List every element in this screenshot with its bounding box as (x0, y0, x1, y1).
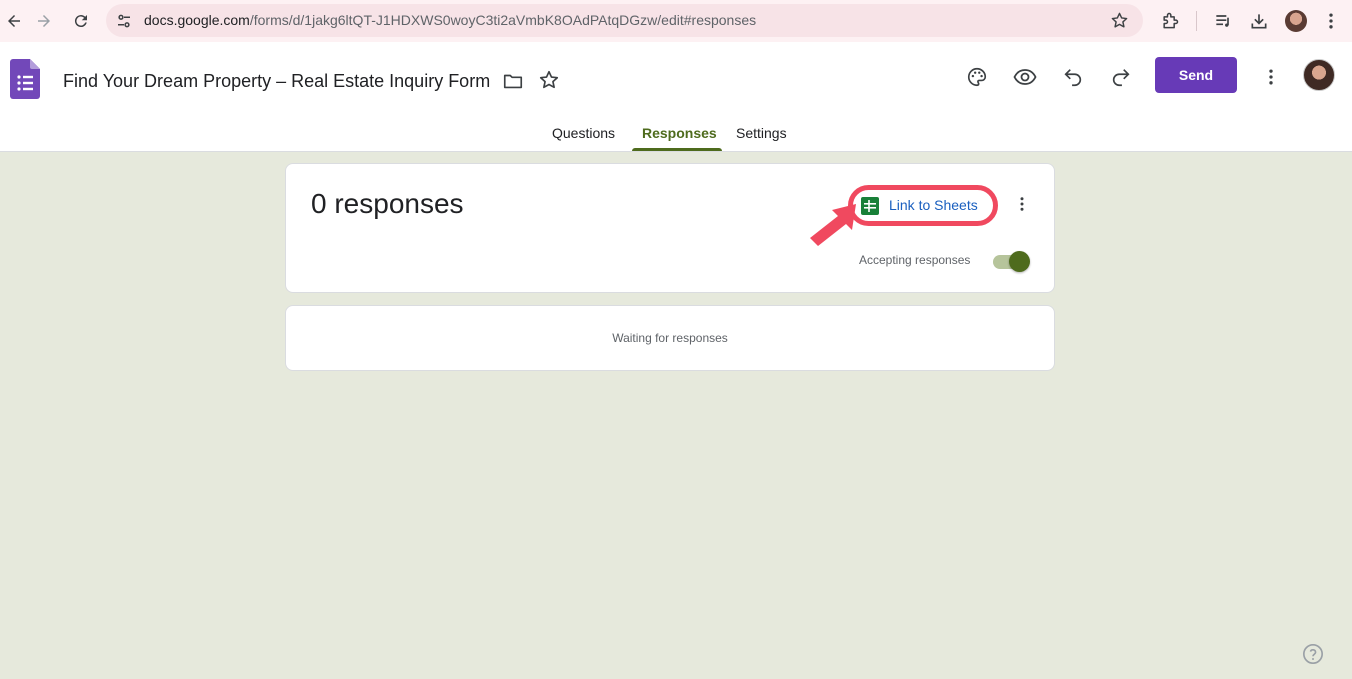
toolbar-divider (1196, 11, 1197, 31)
toggle-thumb (1009, 251, 1030, 272)
forward-icon[interactable] (30, 7, 58, 35)
more-vert-icon[interactable] (1257, 63, 1285, 91)
downloads-icon[interactable] (1247, 9, 1271, 33)
folder-icon[interactable] (502, 70, 524, 97)
tab-settings[interactable]: Settings (736, 125, 787, 141)
address-bar[interactable]: docs.google.com/forms/d/1jakg6ltQT-J1HDX… (106, 4, 1143, 37)
palette-icon[interactable] (963, 63, 991, 91)
preview-eye-icon[interactable] (1011, 63, 1039, 91)
sheets-icon (861, 197, 879, 220)
tab-responses[interactable]: Responses (642, 125, 717, 141)
responses-summary-card: 0 responses Link to Sheets Accepting res… (285, 163, 1055, 293)
url-text: docs.google.com/forms/d/1jakg6ltQT-J1HDX… (144, 12, 756, 28)
bookmark-star-icon[interactable] (1110, 11, 1129, 35)
more-options-icon[interactable] (1012, 192, 1032, 216)
form-tabs: Questions Responses Settings (0, 124, 1352, 152)
tab-questions[interactable]: Questions (552, 125, 615, 141)
link-to-sheets-label: Link to Sheets (889, 197, 978, 213)
menu-icon[interactable] (1319, 9, 1343, 33)
response-count: 0 responses (311, 188, 464, 219)
media-icon[interactable] (1211, 9, 1235, 33)
form-title[interactable]: Find Your Dream Property – Real Estate I… (63, 71, 490, 92)
link-to-sheets-button[interactable]: Link to Sheets (848, 185, 998, 226)
forms-logo[interactable] (10, 59, 40, 99)
extensions-icon[interactable] (1158, 9, 1182, 33)
star-icon[interactable] (538, 69, 560, 96)
url-path: /forms/d/1jakg6ltQT-J1HDXWS0woyC3ti2aVmb… (249, 12, 757, 28)
avatar[interactable] (1303, 59, 1335, 91)
forms-header: Find Your Dream Property – Real Estate I… (0, 42, 1352, 152)
annotation-arrow-icon (810, 204, 856, 246)
redo-icon[interactable] (1107, 63, 1135, 91)
waiting-message: Waiting for responses (612, 331, 728, 345)
accepting-responses-label: Accepting responses (859, 253, 971, 267)
send-button[interactable]: Send (1155, 57, 1237, 93)
url-host: docs.google.com (144, 12, 250, 28)
help-icon[interactable] (1302, 643, 1324, 665)
back-icon[interactable] (0, 7, 28, 35)
profile-icon[interactable] (1285, 10, 1307, 32)
accepting-responses-toggle[interactable] (991, 250, 1031, 272)
active-tab-indicator (632, 148, 722, 151)
site-settings-icon[interactable] (115, 12, 133, 35)
undo-icon[interactable] (1059, 63, 1087, 91)
browser-toolbar: docs.google.com/forms/d/1jakg6ltQT-J1HDX… (0, 0, 1352, 42)
reload-icon[interactable] (67, 7, 95, 35)
waiting-card: Waiting for responses (285, 305, 1055, 371)
